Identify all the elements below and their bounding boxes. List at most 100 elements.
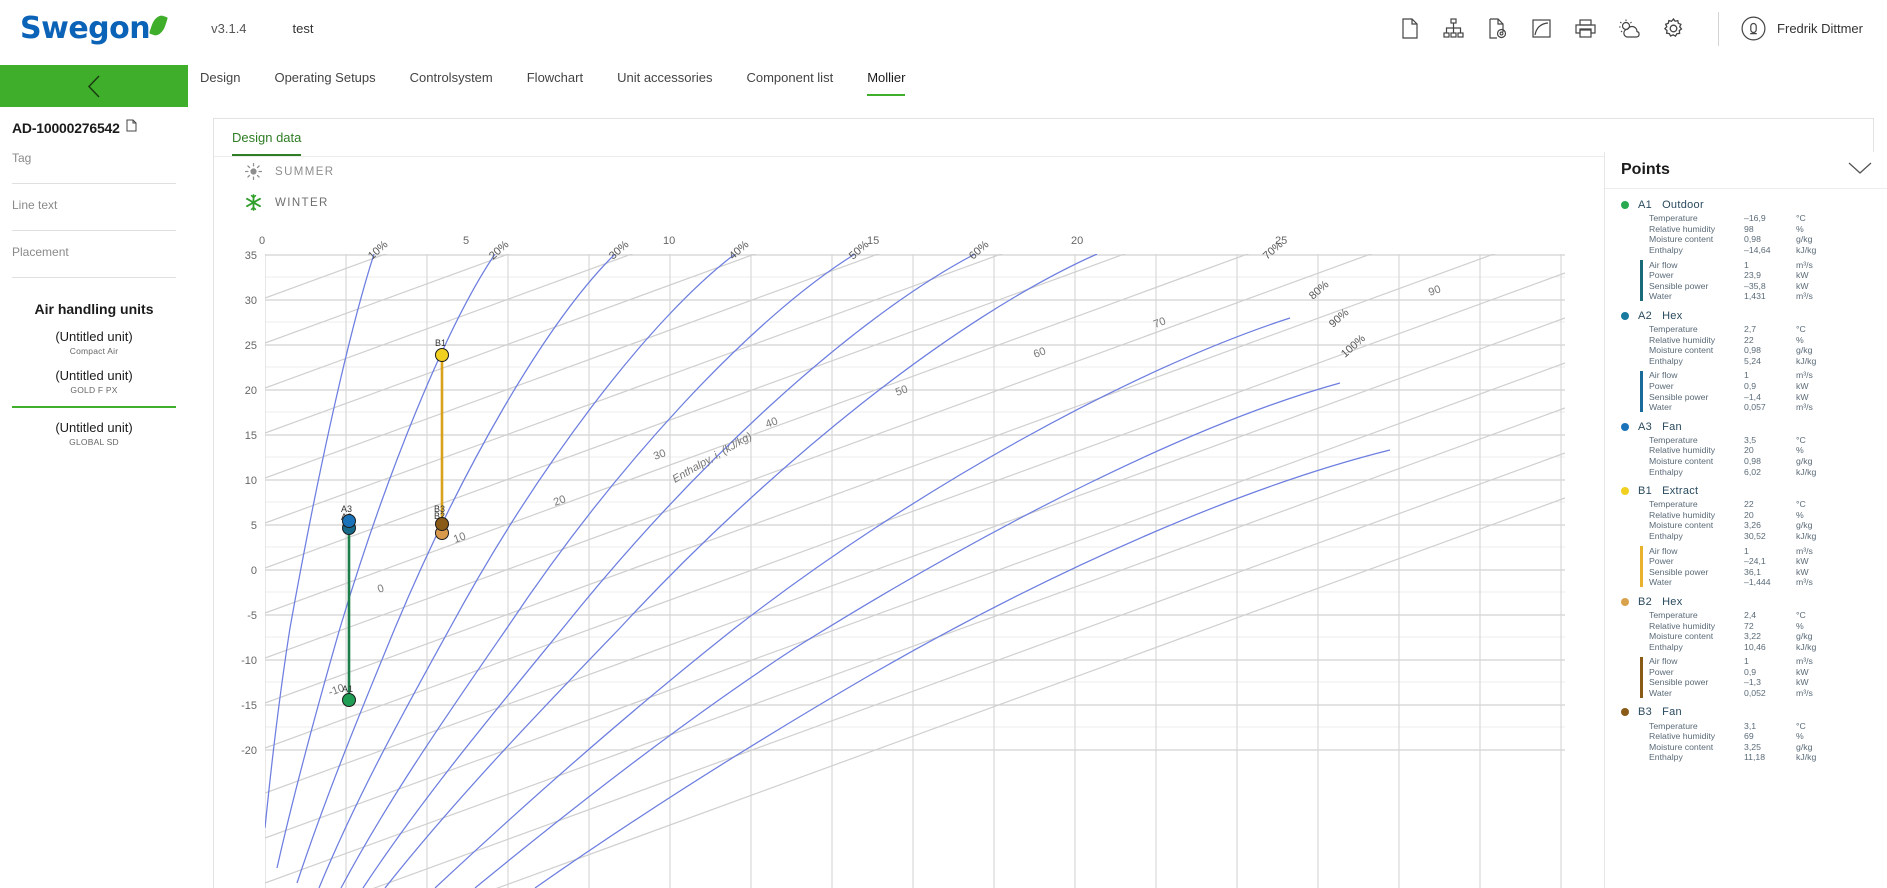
back-button[interactable] [0,65,188,107]
unit-name: (Untitled unit) [55,329,133,344]
prop-unit: m³/s [1796,370,1813,381]
prop-unit: kW [1796,381,1809,392]
prop-unit: kJ/kg [1796,245,1817,256]
point-group-b1[interactable]: B1 Extract Temperature 22 °C Relative humi… [1605,483,1887,588]
points-panel-title: Points [1621,161,1670,178]
point-b3[interactable] [435,517,449,531]
point-code: B3 [1638,706,1653,719]
y-tick: -20 [241,745,257,757]
process-bar [1640,657,1643,698]
field-tag[interactable]: Tag [12,151,176,184]
prop-value: 2,4 [1744,609,1757,620]
points-list: A1 Outdoor Temperature –16,9 °C Relative h… [1605,189,1887,763]
x-tick-labels: 0 5 10 15 20 25 [259,235,1287,247]
copy-icon[interactable] [126,119,137,137]
prop-value: 10,46 [1744,641,1766,652]
point-label-a3: A3 [341,504,352,514]
sidebar-unit-1[interactable]: (Untitled unit) Compact Air [12,329,176,356]
prop-unit: g/kg [1796,741,1813,752]
point-group-b3[interactable]: B3 Fan Temperature 3,1 °C Relative humidit… [1605,704,1887,762]
prop-value: –35,8 [1744,280,1766,291]
project-id: AD-10000276542 [12,120,120,136]
sitemap-icon[interactable] [1434,12,1472,46]
sidebar-unit-3[interactable]: (Untitled unit) GLOBAL SD [12,420,176,447]
prop-value: 2,7 [1744,324,1757,335]
chart-icon[interactable] [1522,12,1560,46]
prop-value: 1 [1744,545,1749,556]
point-name: Fan [1662,706,1682,719]
gear-icon[interactable] [1654,12,1692,46]
prop-key: Relative humidity [1649,223,1716,234]
point-a3[interactable] [342,514,356,528]
mollier-chart[interactable]: Moisture content, x, (g/kg) quantities.t… [235,228,1595,888]
point-label-b3: B3 [434,504,445,514]
y-tick: -10 [241,655,257,667]
tab-mollier[interactable]: Mollier [867,65,906,96]
subtab-design-data[interactable]: Design data [232,130,302,156]
y-tick: 25 [245,340,257,352]
prop-unit: °C [1796,720,1806,731]
y-tick-labels: 35 30 25 20 15 10 5 0 -5 -10 -15 -20 [241,250,257,757]
field-placement[interactable]: Placement [12,245,176,278]
document-icon[interactable] [1390,12,1428,46]
field-line-text[interactable]: Line text [12,198,176,231]
prop-key: Temperature [1649,720,1698,731]
point-group-header: A1 Outdoor [1621,197,1887,213]
prop-unit: m³/s [1796,545,1813,556]
point-group-b2[interactable]: B2 Hex Temperature 2,4 °C Relative humidit… [1605,594,1887,699]
enthalpy-lines [265,254,1565,888]
prop-value: –1,444 [1744,577,1771,588]
y-tick: 35 [245,250,257,262]
user-name-label: Fredrik Dittmer [1777,21,1863,36]
tab-unit-accessories[interactable]: Unit accessories [617,65,712,94]
point-group-a2[interactable]: A2 Hex Temperature 2,7 °C Relative humidit… [1605,308,1887,413]
prop-unit: % [1796,445,1804,456]
point-b1[interactable] [435,348,449,362]
version-label: v3.1.4 [211,21,247,36]
prop-value: 6,02 [1744,466,1761,477]
sidebar-unit-2[interactable]: (Untitled unit) GOLD F PX [12,368,176,395]
point-secondary-block: Air flow 1 m³/s Power 0,9 kW Sensible power –… [1621,656,1887,698]
tab-component-list[interactable]: Component list [746,65,833,94]
tab-operating-setups[interactable]: Operating Setups [274,65,375,94]
prop-value: 69 [1744,731,1754,742]
unit-model: Compact Air [69,346,119,356]
user-menu[interactable]: Fredrik Dittmer [1741,16,1863,41]
prop-unit: % [1796,223,1804,234]
tab-controlsystem[interactable]: Controlsystem [410,65,493,94]
prop-value: 3,5 [1744,434,1757,445]
prop-value: 0,9 [1744,381,1757,392]
prop-value: 11,18 [1744,752,1766,763]
points-panel: Points A1 Outdoor Temperature –16,9 °C Rel… [1604,152,1887,888]
point-a1[interactable] [342,693,356,707]
prop-key: Relative humidity [1649,731,1716,742]
point-code: A3 [1638,420,1653,433]
point-group-a1[interactable]: A1 Outdoor Temperature –16,9 °C Relative h… [1605,197,1887,302]
tab-flowchart[interactable]: Flowchart [527,65,583,94]
printer-icon[interactable] [1566,12,1604,46]
prop-unit: kJ/kg [1796,530,1817,541]
season-toggle-summer[interactable]: SUMMER [245,163,335,180]
prop-key: Temperature [1649,434,1698,445]
point-group-header: A2 Hex [1621,308,1887,324]
chevron-down-icon[interactable] [1847,161,1873,180]
point-group-a3[interactable]: A3 Fan Temperature 3,5 °C Relative humidit… [1605,419,1887,477]
swegon-logo[interactable]: Swegon [20,13,169,44]
enthalpy-label: 50 [894,383,910,398]
season-toggle-winter[interactable]: WINTER [245,194,335,211]
prop-value: 3,26 [1744,520,1761,531]
prop-unit: g/kg [1796,345,1813,356]
rh-label: 40% [727,238,752,262]
main-nav-tabs: Design Operating Setups Controlsystem Fl… [200,65,1887,100]
prop-unit: g/kg [1796,455,1813,466]
prop-unit: °C [1796,609,1806,620]
prop-value: 0,98 [1744,345,1761,356]
chevron-left-icon [87,74,100,98]
process-bar [1640,371,1643,413]
field-line-text-label: Line text [12,198,58,212]
document-settings-icon[interactable] [1478,12,1516,46]
leaf-icon [149,13,169,37]
season-label-winter: WINTER [275,196,329,209]
weather-icon[interactable] [1610,12,1648,46]
tab-design[interactable]: Design [200,65,240,94]
